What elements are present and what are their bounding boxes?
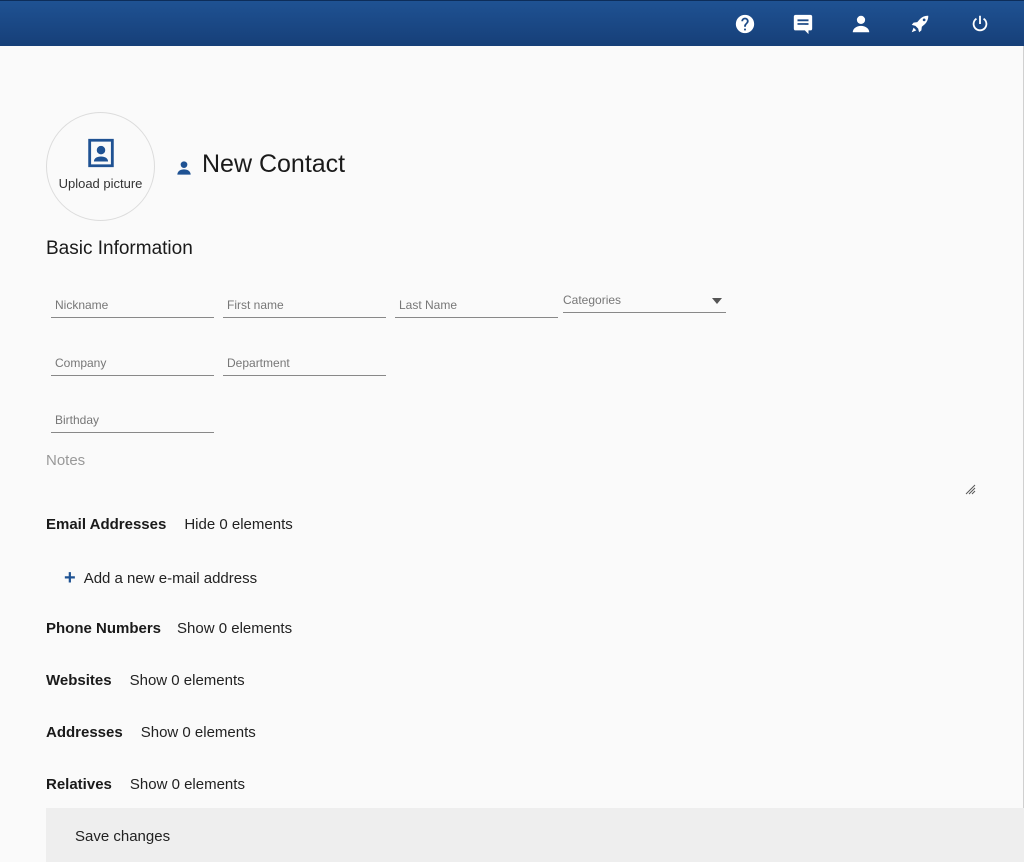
websites-toggle-link[interactable]: Show 0 elements <box>130 672 245 689</box>
save-changes-button[interactable]: Save changes <box>75 828 170 845</box>
add-email-label: Add a new e-mail address <box>83 569 258 587</box>
department-input[interactable] <box>223 352 386 374</box>
birthday-field[interactable] <box>51 409 214 433</box>
email-addresses-heading: Email Addresses <box>46 516 167 533</box>
dropdown-caret-icon <box>712 298 722 304</box>
resize-handle-icon[interactable] <box>964 482 976 495</box>
person-icon <box>177 160 191 175</box>
relatives-heading: Relatives <box>46 776 112 793</box>
contact-portrait-icon <box>87 138 114 168</box>
company-input[interactable] <box>51 352 214 374</box>
department-field[interactable] <box>223 352 386 376</box>
phone-numbers-heading: Phone Numbers <box>46 620 162 637</box>
first-name-input[interactable] <box>223 294 386 316</box>
last-name-input[interactable] <box>395 294 558 316</box>
upload-picture-label: Upload picture <box>58 176 143 191</box>
phone-numbers-section: Phone Numbers Show 0 elements <box>46 620 292 637</box>
phone-toggle-link[interactable]: Show 0 elements <box>177 620 292 637</box>
addresses-toggle-link[interactable]: Show 0 elements <box>141 724 256 741</box>
page-title: New Contact <box>176 150 345 179</box>
page-title-text: New Contact <box>202 150 346 178</box>
user-icon[interactable] <box>849 12 873 36</box>
company-field[interactable] <box>51 352 214 376</box>
addresses-heading: Addresses <box>46 724 123 741</box>
email-addresses-section: Email Addresses Hide 0 elements <box>46 516 293 533</box>
first-name-field[interactable] <box>223 294 386 318</box>
websites-section: Websites Show 0 elements <box>46 672 245 689</box>
notes-textarea[interactable] <box>46 450 978 496</box>
save-bar: Save changes <box>46 808 1024 862</box>
nickname-input[interactable] <box>51 294 214 316</box>
websites-heading: Websites <box>46 672 112 689</box>
relatives-toggle-link[interactable]: Show 0 elements <box>130 776 245 793</box>
rocket-icon[interactable] <box>908 12 932 36</box>
basic-information-heading: Basic Information <box>46 238 193 259</box>
plus-icon: + <box>64 567 76 589</box>
birthday-input[interactable] <box>51 409 214 431</box>
top-navigation-bar <box>0 0 1024 46</box>
notes-field[interactable] <box>46 450 978 496</box>
upload-picture-button[interactable]: Upload picture <box>46 112 155 221</box>
relatives-section: Relatives Show 0 elements <box>46 776 245 793</box>
addresses-section: Addresses Show 0 elements <box>46 724 256 741</box>
categories-label: Categories <box>563 293 622 307</box>
chat-icon[interactable] <box>791 12 815 36</box>
last-name-field[interactable] <box>395 294 558 318</box>
help-icon[interactable] <box>733 12 757 36</box>
email-toggle-link[interactable]: Hide 0 elements <box>184 516 292 533</box>
power-icon[interactable] <box>968 12 992 36</box>
nickname-field[interactable] <box>51 294 214 318</box>
add-email-button[interactable]: + Add a new e-mail address <box>64 568 257 588</box>
categories-select[interactable]: Categories <box>563 289 726 313</box>
